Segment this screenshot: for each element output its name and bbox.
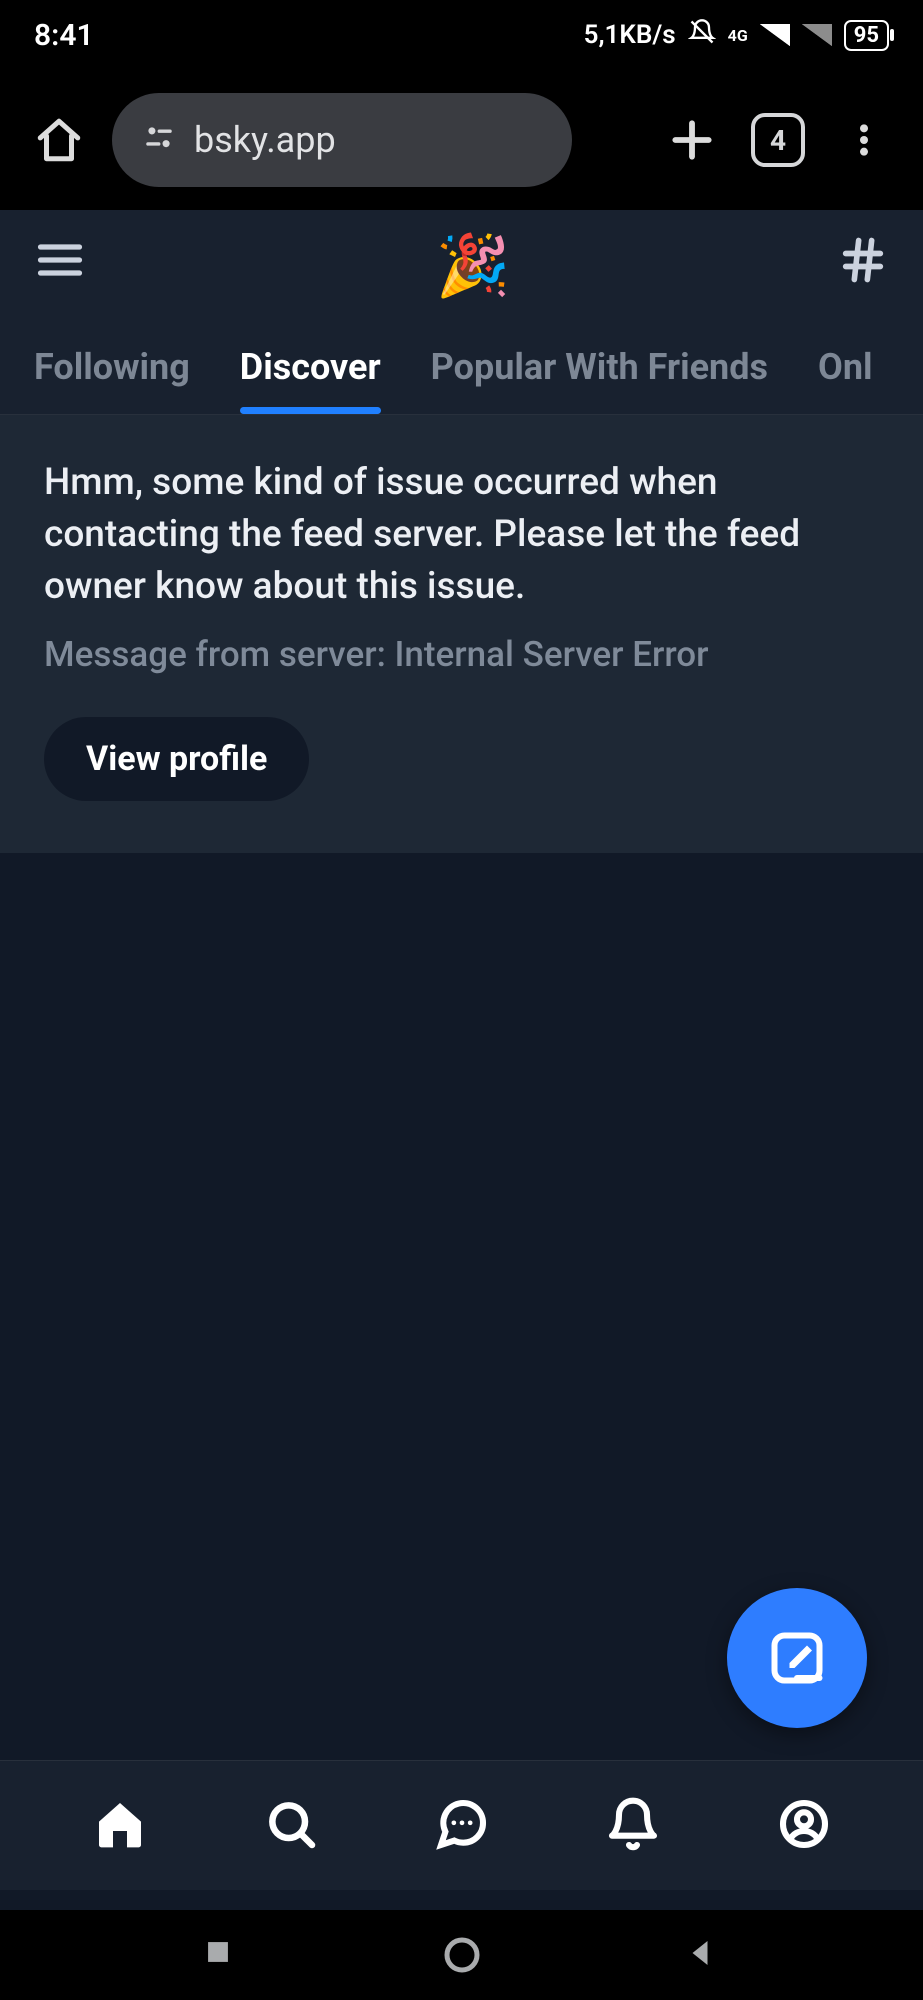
mobile-data-label: 4G	[728, 26, 748, 45]
tab-overflow[interactable]: Onl	[818, 346, 873, 414]
hashtag-button[interactable]	[837, 234, 889, 290]
url-text: bsky.app	[194, 119, 336, 161]
app-header: 🎉	[0, 210, 923, 315]
hamburger-menu-button[interactable]	[34, 234, 86, 290]
battery-indicator: 95	[844, 20, 889, 51]
android-status-bar: 8:41 5,1KB/s 4G 95	[0, 0, 923, 70]
tab-count: 4	[751, 113, 805, 167]
tab-popular-with-friends[interactable]: Popular With Friends	[431, 346, 768, 414]
overflow-menu-button[interactable]	[831, 107, 897, 173]
compose-post-button[interactable]	[727, 1588, 867, 1728]
signal-icon	[760, 24, 790, 46]
error-message: Hmm, some kind of issue occurred when co…	[44, 457, 879, 612]
nav-search-button[interactable]	[263, 1796, 319, 1856]
view-profile-button[interactable]: View profile	[44, 717, 309, 801]
notifications-muted-icon	[688, 18, 716, 53]
feed-tabs[interactable]: Following Discover Popular With Friends …	[0, 315, 923, 415]
nav-chat-button[interactable]	[434, 1796, 490, 1856]
android-recents-button[interactable]	[201, 1935, 241, 1975]
tabs-button[interactable]: 4	[745, 107, 811, 173]
site-settings-icon	[142, 121, 176, 159]
app-logo-icon[interactable]: 🎉	[436, 236, 488, 288]
browser-toolbar: bsky.app 4	[0, 70, 923, 210]
nav-notifications-button[interactable]	[605, 1796, 661, 1856]
browser-home-button[interactable]	[26, 107, 92, 173]
tab-discover[interactable]: Discover	[240, 346, 381, 414]
new-tab-button[interactable]	[659, 107, 725, 173]
url-bar[interactable]: bsky.app	[112, 93, 572, 187]
signal-secondary-icon	[802, 24, 832, 46]
bottom-nav-bar	[0, 1760, 923, 1890]
status-right-cluster: 5,1KB/s 4G 95	[584, 18, 889, 53]
tab-following[interactable]: Following	[34, 346, 190, 414]
network-speed: 5,1KB/s	[584, 20, 676, 50]
android-home-button[interactable]	[442, 1935, 482, 1975]
android-back-button[interactable]	[682, 1935, 722, 1975]
feed-error-panel: Hmm, some kind of issue occurred when co…	[0, 415, 923, 853]
android-nav-bar	[0, 1910, 923, 2000]
nav-home-button[interactable]	[92, 1796, 148, 1856]
nav-profile-button[interactable]	[776, 1796, 832, 1856]
server-error-message: Message from server: Internal Server Err…	[44, 634, 879, 675]
clock: 8:41	[34, 18, 94, 53]
